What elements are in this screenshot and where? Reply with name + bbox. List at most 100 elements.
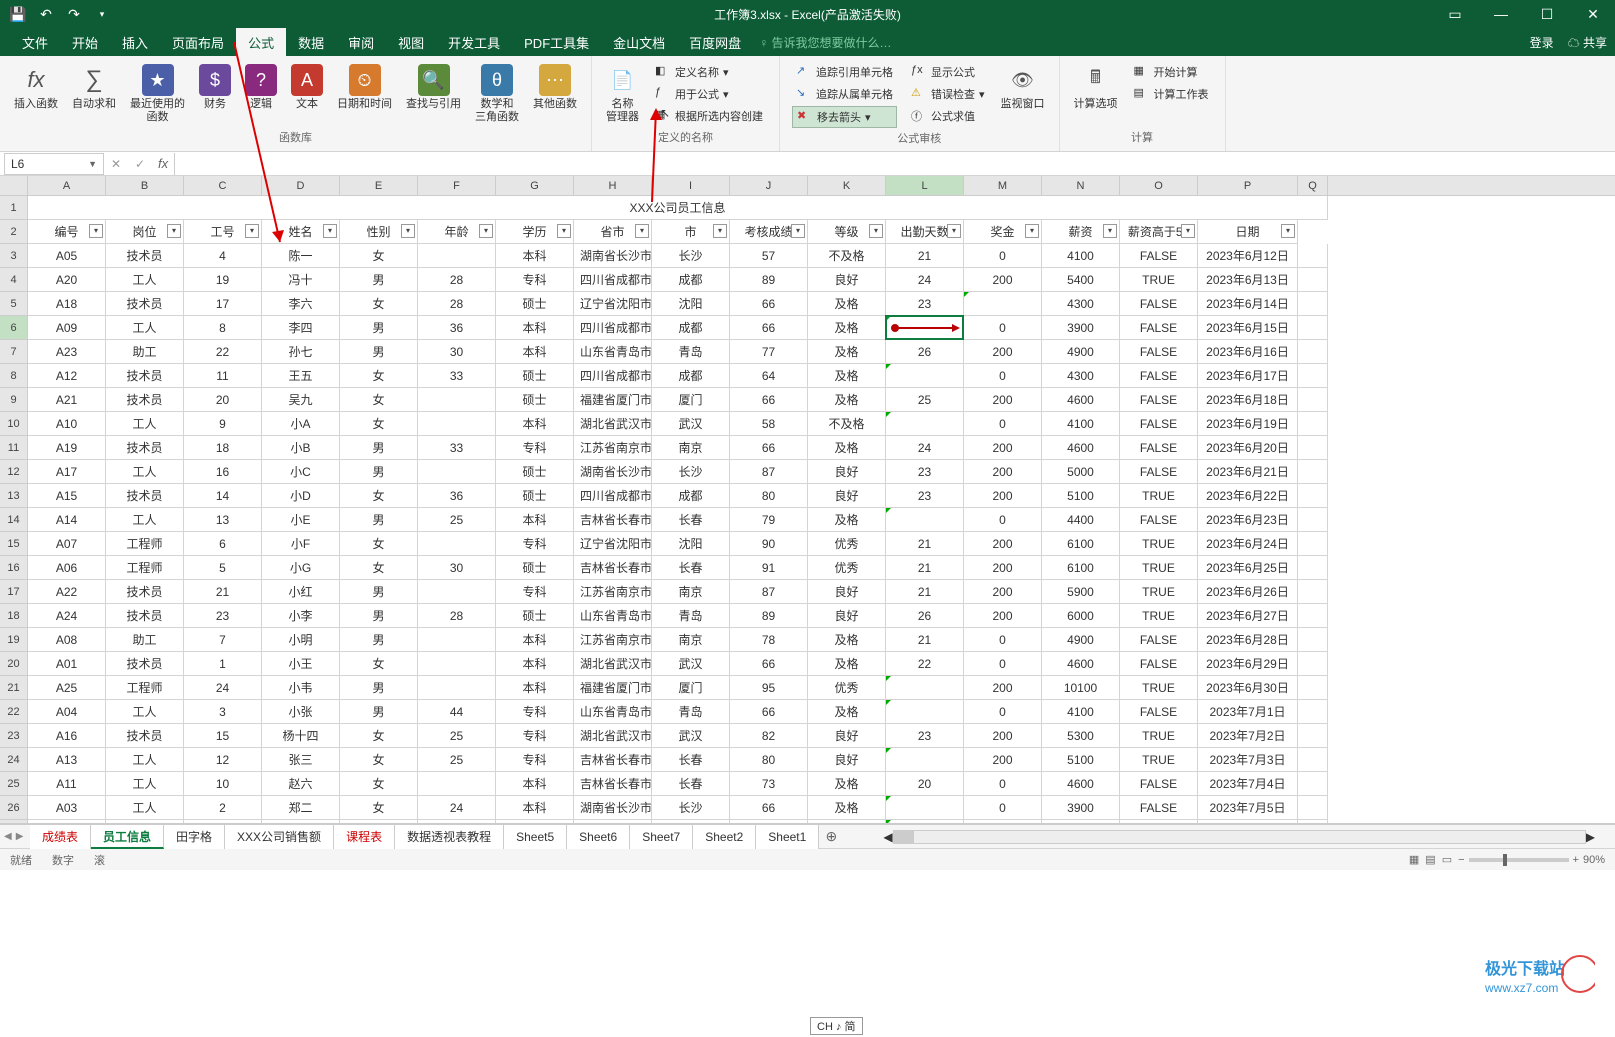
- data-cell[interactable]: [886, 316, 964, 340]
- column-header-cell[interactable]: 性别▾: [340, 220, 418, 244]
- data-cell[interactable]: 成都: [652, 364, 730, 388]
- data-cell[interactable]: 4300: [1042, 364, 1120, 388]
- data-cell[interactable]: 87: [730, 580, 808, 604]
- sheet-title-cell[interactable]: XXX公司员工信息: [28, 196, 1328, 220]
- data-cell[interactable]: 及格: [808, 292, 886, 316]
- data-cell[interactable]: 女: [340, 724, 418, 748]
- data-cell[interactable]: 22: [184, 340, 262, 364]
- data-cell[interactable]: A01: [28, 652, 106, 676]
- filter-dropdown-icon[interactable]: ▾: [401, 224, 415, 238]
- data-cell[interactable]: 及格: [808, 796, 886, 820]
- data-cell[interactable]: A21: [28, 388, 106, 412]
- data-cell[interactable]: [1298, 604, 1328, 628]
- data-cell[interactable]: 2023年6月12日: [1198, 244, 1298, 268]
- data-cell[interactable]: 硕士: [496, 388, 574, 412]
- col-header-P[interactable]: P: [1198, 176, 1298, 195]
- data-cell[interactable]: 4300: [1042, 292, 1120, 316]
- col-header-H[interactable]: H: [574, 176, 652, 195]
- data-cell[interactable]: 专科: [496, 436, 574, 460]
- view-pagebreak-icon[interactable]: ▭: [1442, 853, 1452, 866]
- data-cell[interactable]: 技术员: [106, 580, 184, 604]
- data-cell[interactable]: 78: [730, 628, 808, 652]
- use-in-formula-button[interactable]: ƒ用于公式 ▾: [651, 84, 767, 104]
- data-cell[interactable]: [1298, 412, 1328, 436]
- data-cell[interactable]: 优秀: [808, 676, 886, 700]
- data-cell[interactable]: 优秀: [808, 532, 886, 556]
- data-cell[interactable]: A07: [28, 532, 106, 556]
- data-cell[interactable]: FALSE: [1120, 700, 1198, 724]
- data-cell[interactable]: 2023年6月18日: [1198, 388, 1298, 412]
- data-cell[interactable]: 4900: [1042, 628, 1120, 652]
- name-box[interactable]: L6▼: [4, 153, 104, 175]
- data-cell[interactable]: 郑二: [262, 796, 340, 820]
- sheet-tab-员工信息[interactable]: 员工信息: [91, 825, 164, 849]
- data-cell[interactable]: 工人: [106, 316, 184, 340]
- data-cell[interactable]: 2023年6月16日: [1198, 340, 1298, 364]
- data-cell[interactable]: 工人: [106, 748, 184, 772]
- data-cell[interactable]: 23: [886, 292, 964, 316]
- data-cell[interactable]: 工人: [106, 268, 184, 292]
- data-cell[interactable]: 工人: [106, 700, 184, 724]
- new-sheet-button[interactable]: ⊕: [819, 828, 843, 845]
- row-header[interactable]: 6: [0, 316, 28, 340]
- data-cell[interactable]: 工人: [106, 460, 184, 484]
- data-cell[interactable]: 3900: [1042, 316, 1120, 340]
- data-cell[interactable]: 28: [418, 268, 496, 292]
- filter-dropdown-icon[interactable]: ▾: [557, 224, 571, 238]
- data-cell[interactable]: 2023年6月15日: [1198, 316, 1298, 340]
- data-cell[interactable]: 青岛: [652, 700, 730, 724]
- data-cell[interactable]: 江苏省南京市: [574, 580, 652, 604]
- data-cell[interactable]: 良好: [808, 604, 886, 628]
- data-cell[interactable]: 2023年6月17日: [1198, 364, 1298, 388]
- column-header-cell[interactable]: 出勤天数▾: [886, 220, 964, 244]
- data-cell[interactable]: 2023年6月28日: [1198, 628, 1298, 652]
- data-cell[interactable]: 21: [184, 580, 262, 604]
- data-cell[interactable]: 2023年6月19日: [1198, 412, 1298, 436]
- data-cell[interactable]: [886, 700, 964, 724]
- data-cell[interactable]: 89: [730, 604, 808, 628]
- col-header-M[interactable]: M: [964, 176, 1042, 195]
- data-cell[interactable]: 89: [730, 268, 808, 292]
- data-cell[interactable]: 工人: [106, 796, 184, 820]
- zoom-out-button[interactable]: −: [1458, 854, 1464, 866]
- data-cell[interactable]: 及格: [808, 364, 886, 388]
- menu-tab-开发工具[interactable]: 开发工具: [436, 28, 512, 56]
- data-cell[interactable]: 2023年6月25日: [1198, 556, 1298, 580]
- data-cell[interactable]: [1298, 556, 1328, 580]
- data-cell[interactable]: A22: [28, 580, 106, 604]
- data-cell[interactable]: 武汉: [652, 412, 730, 436]
- data-cell[interactable]: 辽宁省沈阳市: [574, 292, 652, 316]
- data-cell[interactable]: 25: [418, 748, 496, 772]
- data-cell[interactable]: 湖南省长沙市: [574, 796, 652, 820]
- row-header[interactable]: 4: [0, 268, 28, 292]
- data-cell[interactable]: 200: [964, 340, 1042, 364]
- data-cell[interactable]: TRUE: [1120, 724, 1198, 748]
- data-cell[interactable]: 小E: [262, 508, 340, 532]
- recent-functions-button[interactable]: ★最近使用的 函数: [124, 60, 191, 128]
- data-cell[interactable]: 2023年6月22日: [1198, 484, 1298, 508]
- data-cell[interactable]: 4: [184, 244, 262, 268]
- data-cell[interactable]: 工程师: [106, 556, 184, 580]
- data-cell[interactable]: 200: [964, 676, 1042, 700]
- data-cell[interactable]: A17: [28, 460, 106, 484]
- data-cell[interactable]: FALSE: [1120, 436, 1198, 460]
- data-cell[interactable]: 及格: [808, 316, 886, 340]
- sheet-tab-Sheet2[interactable]: Sheet2: [693, 825, 756, 849]
- data-cell[interactable]: 5: [184, 556, 262, 580]
- data-cell[interactable]: TRUE: [1120, 676, 1198, 700]
- column-header-cell[interactable]: 姓名▾: [262, 220, 340, 244]
- data-cell[interactable]: 25: [418, 724, 496, 748]
- data-cell[interactable]: 小明: [262, 628, 340, 652]
- data-cell[interactable]: 200: [964, 532, 1042, 556]
- data-cell[interactable]: 专科: [496, 748, 574, 772]
- data-cell[interactable]: 湖北省武汉市: [574, 724, 652, 748]
- data-cell[interactable]: 10: [184, 772, 262, 796]
- data-cell[interactable]: [1298, 676, 1328, 700]
- data-cell[interactable]: 男: [340, 316, 418, 340]
- data-cell[interactable]: 25: [418, 508, 496, 532]
- data-cell[interactable]: 男: [340, 268, 418, 292]
- row-header[interactable]: 16: [0, 556, 28, 580]
- data-cell[interactable]: 21: [886, 532, 964, 556]
- data-cell[interactable]: 青岛: [652, 340, 730, 364]
- data-cell[interactable]: A12: [28, 364, 106, 388]
